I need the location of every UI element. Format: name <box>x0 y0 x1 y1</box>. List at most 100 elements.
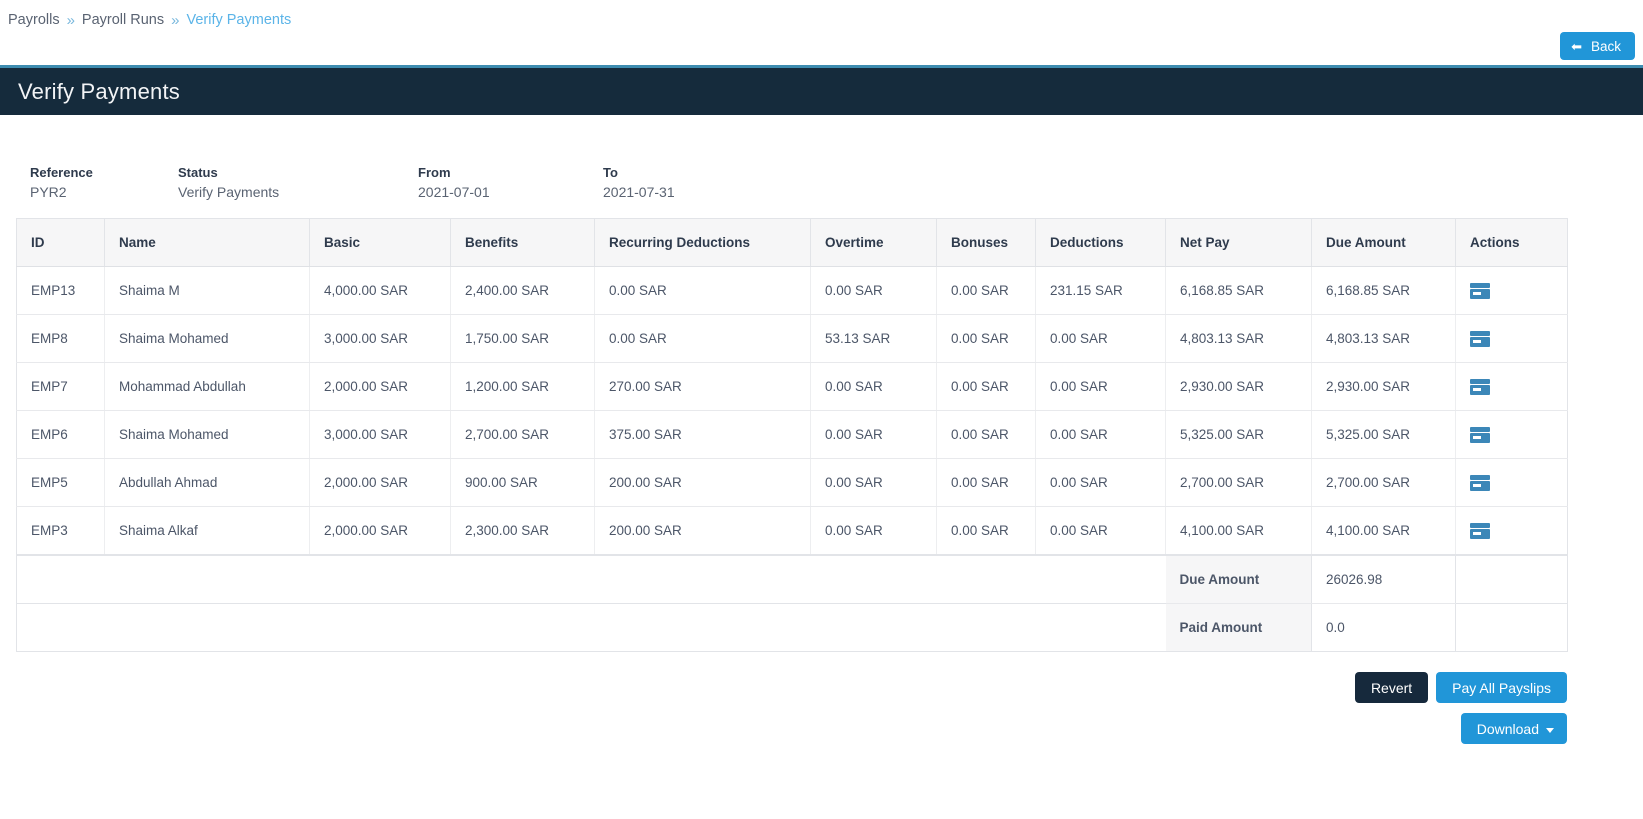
breadcrumb-item-payrolls[interactable]: Payrolls <box>8 12 60 28</box>
cell-id: EMP5 <box>16 458 105 507</box>
column-header-actions: Actions <box>1455 218 1568 267</box>
cell-due-amount: 2,930.00 SAR <box>1311 362 1456 411</box>
download-dropdown-button[interactable]: Download <box>1460 713 1567 744</box>
cell-net-pay: 5,325.00 SAR <box>1165 410 1312 459</box>
meta-reference-value: PYR2 <box>30 184 67 200</box>
column-header-id: ID <box>16 218 105 267</box>
meta-reference-label: Reference <box>30 165 93 180</box>
cell-net-pay: 4,100.00 SAR <box>1165 506 1312 556</box>
meta-status-label: Status <box>178 165 218 180</box>
cell-due-amount: 5,325.00 SAR <box>1311 410 1456 459</box>
table-row: EMP6 Shaima Mohamed 3,000.00 SAR 2,700.0… <box>16 410 1568 459</box>
cell-bonuses: 0.00 SAR <box>936 266 1036 315</box>
summary-spacer-right <box>1455 554 1568 604</box>
cell-recurring-deductions: 0.00 SAR <box>594 314 811 363</box>
cell-due-amount: 2,700.00 SAR <box>1311 458 1456 507</box>
credit-card-icon[interactable] <box>1470 474 1490 491</box>
cell-name: Shaima Mohamed <box>104 410 310 459</box>
cell-bonuses: 0.00 SAR <box>936 362 1036 411</box>
credit-card-icon[interactable] <box>1470 522 1490 539</box>
meta-reference: Reference PYR2 <box>30 165 178 200</box>
cell-basic: 4,000.00 SAR <box>309 266 451 315</box>
cell-overtime: 0.00 SAR <box>810 266 937 315</box>
cell-due-amount: 4,803.13 SAR <box>1311 314 1456 363</box>
cell-name: Abdullah Ahmad <box>104 458 310 507</box>
cell-basic: 2,000.00 SAR <box>309 506 451 556</box>
cell-deductions: 0.00 SAR <box>1035 410 1166 459</box>
breadcrumb: Payrolls » Payroll Runs » Verify Payment… <box>0 0 1643 32</box>
summary-spacer-right <box>1455 603 1568 652</box>
summary-label-due-amount: Due Amount <box>1165 554 1312 604</box>
cell-id: EMP3 <box>16 506 105 556</box>
cell-actions <box>1455 314 1568 363</box>
cell-actions <box>1455 410 1568 459</box>
summary-value-paid-amount: 0.0 <box>1311 603 1456 652</box>
credit-card-icon[interactable] <box>1470 282 1490 299</box>
cell-recurring-deductions: 270.00 SAR <box>594 362 811 411</box>
cell-benefits: 2,400.00 SAR <box>450 266 595 315</box>
main-content: Reference PYR2 Status Verify Payments Fr… <box>0 115 1643 652</box>
credit-card-icon[interactable] <box>1470 426 1490 443</box>
download-button-label: Download <box>1476 720 1539 737</box>
cell-actions <box>1455 266 1568 315</box>
table-row: EMP5 Abdullah Ahmad 2,000.00 SAR 900.00 … <box>16 458 1568 507</box>
breadcrumb-separator: » <box>171 11 180 29</box>
cell-overtime: 0.00 SAR <box>810 458 937 507</box>
summary-row-due-amount: Due Amount 26026.98 <box>16 554 1568 604</box>
cell-deductions: 0.00 SAR <box>1035 506 1166 556</box>
column-header-benefits: Benefits <box>450 218 595 267</box>
cell-basic: 3,000.00 SAR <box>309 314 451 363</box>
cell-benefits: 1,750.00 SAR <box>450 314 595 363</box>
cell-bonuses: 0.00 SAR <box>936 314 1036 363</box>
table-row: EMP7 Mohammad Abdullah 2,000.00 SAR 1,20… <box>16 362 1568 411</box>
arrow-left-icon: ⬅ <box>1571 38 1582 54</box>
cell-net-pay: 6,168.85 SAR <box>1165 266 1312 315</box>
table-header-row: ID Name Basic Benefits Recurring Deducti… <box>16 218 1568 267</box>
cell-deductions: 0.00 SAR <box>1035 362 1166 411</box>
column-header-name: Name <box>104 218 310 267</box>
cell-benefits: 2,700.00 SAR <box>450 410 595 459</box>
column-header-overtime: Overtime <box>810 218 937 267</box>
column-header-net-pay: Net Pay <box>1165 218 1312 267</box>
meta-from-value: 2021-07-01 <box>418 184 490 200</box>
back-button[interactable]: ⬅ Back <box>1560 32 1635 60</box>
payments-table-footer: Due Amount 26026.98 Paid Amount 0.0 <box>16 554 1568 652</box>
cell-id: EMP7 <box>16 362 105 411</box>
breadcrumb-item-verify-payments[interactable]: Verify Payments <box>186 12 291 28</box>
revert-button[interactable]: Revert <box>1354 672 1429 703</box>
credit-card-icon[interactable] <box>1470 378 1490 395</box>
column-header-deductions: Deductions <box>1035 218 1166 267</box>
breadcrumb-item-payroll-runs[interactable]: Payroll Runs <box>82 12 164 28</box>
cell-overtime: 53.13 SAR <box>810 314 937 363</box>
column-header-due-amount: Due Amount <box>1311 218 1456 267</box>
cell-id: EMP8 <box>16 314 105 363</box>
cell-overtime: 0.00 SAR <box>810 410 937 459</box>
cell-deductions: 231.15 SAR <box>1035 266 1166 315</box>
column-header-basic: Basic <box>309 218 451 267</box>
cell-overtime: 0.00 SAR <box>810 362 937 411</box>
cell-basic: 3,000.00 SAR <box>309 410 451 459</box>
cell-due-amount: 6,168.85 SAR <box>1311 266 1456 315</box>
cell-id: EMP6 <box>16 410 105 459</box>
cell-benefits: 1,200.00 SAR <box>450 362 595 411</box>
meta-status: Status Verify Payments <box>178 165 418 200</box>
cell-benefits: 2,300.00 SAR <box>450 506 595 556</box>
cell-actions <box>1455 362 1568 411</box>
cell-net-pay: 2,930.00 SAR <box>1165 362 1312 411</box>
meta-from-label: From <box>418 165 451 180</box>
footer-actions-secondary-row: Download <box>16 713 1567 744</box>
cell-overtime: 0.00 SAR <box>810 506 937 556</box>
meta-status-value: Verify Payments <box>178 184 280 200</box>
cell-bonuses: 0.00 SAR <box>936 506 1036 556</box>
pay-all-payslips-button[interactable]: Pay All Payslips <box>1436 672 1567 703</box>
cell-basic: 2,000.00 SAR <box>309 458 451 507</box>
cell-recurring-deductions: 0.00 SAR <box>594 266 811 315</box>
credit-card-icon[interactable] <box>1470 330 1490 347</box>
cell-bonuses: 0.00 SAR <box>936 458 1036 507</box>
breadcrumb-separator: » <box>66 11 75 29</box>
summary-label-paid-amount: Paid Amount <box>1165 603 1312 652</box>
cell-name: Mohammad Abdullah <box>104 362 310 411</box>
cell-actions <box>1455 458 1568 507</box>
cell-benefits: 900.00 SAR <box>450 458 595 507</box>
cell-deductions: 0.00 SAR <box>1035 458 1166 507</box>
